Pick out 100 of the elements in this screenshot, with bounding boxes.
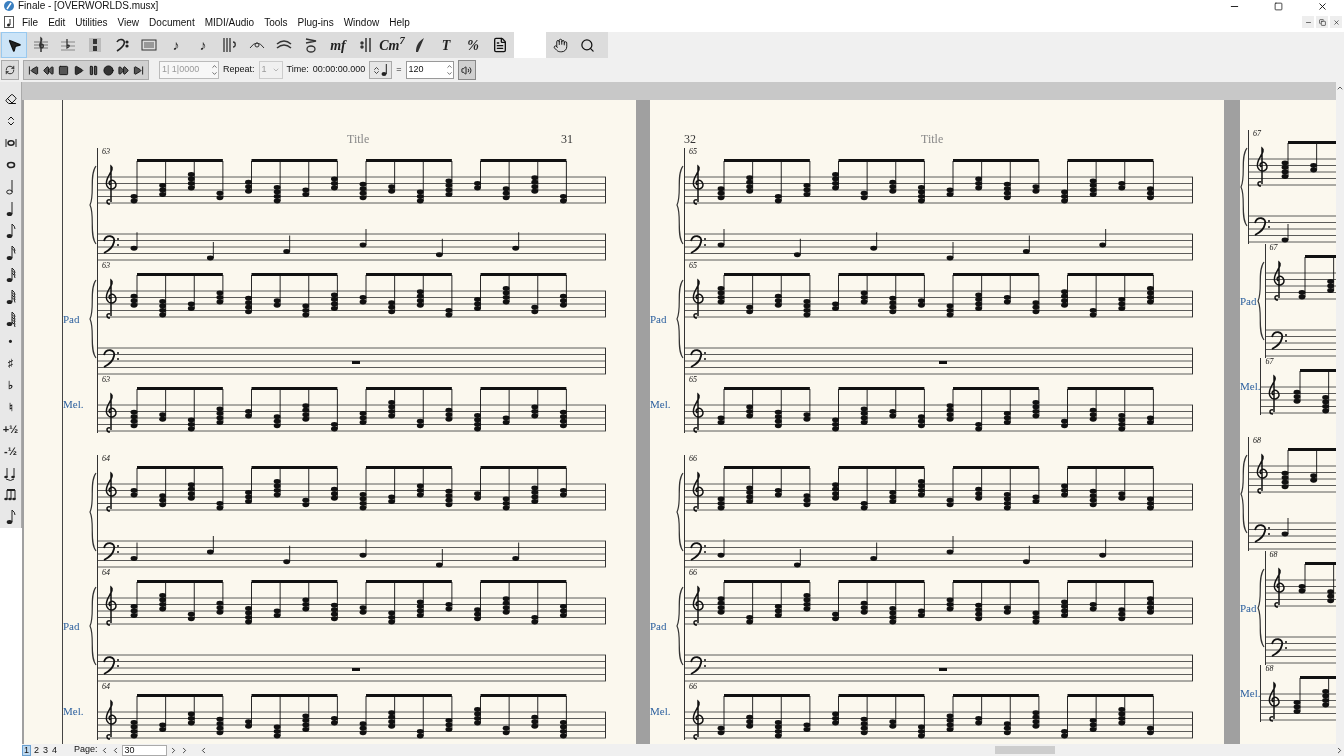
whole-note-button[interactable] [5, 161, 16, 169]
menu-item[interactable]: File [18, 14, 43, 30]
measure-number: 67 [1253, 129, 1261, 138]
layer-tab[interactable]: 1 [22, 744, 31, 756]
page-label: Page: [74, 743, 98, 756]
instrument-label: Mel. [1240, 379, 1261, 395]
caret-icon [271, 66, 280, 74]
document-close-button[interactable] [1330, 16, 1342, 28]
tool-button[interactable]: ♪ [163, 32, 189, 58]
time-label: Time: [286, 63, 309, 77]
tempo-field[interactable]: 120 [405, 61, 454, 79]
thirty-second-note-button[interactable] [5, 267, 16, 283]
beamed-notes-button[interactable] [2, 488, 19, 502]
instrument-label: Pad [650, 618, 667, 634]
grace-note-button[interactable] [5, 509, 16, 525]
loop-icon [5, 65, 15, 75]
play-button[interactable] [73, 64, 84, 76]
quarter-note-button[interactable] [5, 201, 16, 217]
loop-button[interactable] [1, 60, 19, 80]
menu-item[interactable]: View [113, 14, 144, 30]
skip-to-end-button[interactable] [133, 64, 144, 76]
sixty-fourth-note-button[interactable] [5, 289, 16, 305]
tool-button[interactable]: T [433, 32, 459, 58]
stop-button[interactable] [58, 64, 69, 76]
restore-icon [1318, 18, 1326, 26]
measure-number: 68 [1253, 436, 1261, 445]
page-number: 31 [561, 131, 573, 148]
palette-button[interactable]: -½ [0, 440, 21, 462]
menu-item[interactable]: Edit [44, 14, 70, 30]
layer-tab[interactable]: 3 [42, 745, 50, 755]
staff-icon [140, 36, 158, 54]
instrument-label: Mel. [650, 704, 671, 720]
equals-sign: = [396, 63, 402, 77]
eighth-note-button[interactable] [5, 223, 16, 239]
instrument-label: Pad [1240, 600, 1257, 616]
tool-button[interactable]: Cm$^{7}$ [379, 32, 405, 58]
measure-number: 63 [102, 261, 110, 270]
menu-item[interactable]: Plug-ins [293, 14, 338, 30]
menu-item[interactable]: MIDI/Audio [200, 14, 259, 30]
instrument-label: Pad [650, 311, 667, 327]
close-icon [1316, 0, 1328, 12]
palette-button[interactable]: ♮ [0, 396, 21, 418]
page-icon [492, 37, 508, 53]
measure-number: 68 [1269, 550, 1278, 559]
speaker-button[interactable] [457, 60, 476, 80]
repeat-label: Repeat: [223, 63, 255, 77]
short-note-button[interactable] [5, 311, 16, 327]
sixteenth-note-button[interactable] [5, 245, 16, 261]
half-note-button[interactable] [5, 179, 16, 195]
fast-forward-button[interactable] [118, 64, 129, 76]
page-number: 32 [684, 131, 696, 148]
menu-item[interactable]: Tools [260, 14, 292, 30]
window-title: Finale - [OVERWORLDS.musx] [18, 1, 159, 11]
measure-number: 66 [689, 454, 697, 463]
document-minimize-button[interactable] [1302, 16, 1314, 28]
measure-number: 64 [102, 568, 110, 577]
maximize-icon [1273, 1, 1283, 11]
rewind-button[interactable] [43, 64, 54, 76]
eraser-icon [4, 93, 17, 105]
menu-item[interactable]: Help [385, 14, 414, 30]
instrument-label: Mel. [63, 397, 84, 413]
record-button[interactable] [103, 64, 114, 76]
menu-item[interactable]: Window [339, 14, 384, 30]
layer-tab[interactable]: 4 [51, 745, 59, 755]
pointer-tool-button[interactable] [1, 32, 27, 58]
layer-tab[interactable]: 2 [33, 745, 41, 755]
tool-button[interactable]: ♪ [190, 32, 216, 58]
page-field[interactable]: 30 [121, 744, 167, 756]
measure-number: 65 [689, 147, 697, 156]
palette-button[interactable]: +½ [0, 418, 21, 440]
measure-number: 66 [689, 682, 697, 691]
palette-button[interactable]: ♭ [0, 374, 21, 396]
barline-icon [221, 36, 239, 54]
measure-number: 63 [102, 147, 110, 156]
hand-icon [552, 37, 568, 53]
time-display: 00:00:00.000 [312, 63, 366, 77]
tool-button[interactable]: mf [325, 32, 351, 58]
palette-button[interactable]: • [0, 330, 21, 352]
measure-number: 65 [689, 375, 697, 384]
flat-on-staff-icon [59, 36, 77, 54]
tool-button[interactable]: % [460, 32, 486, 58]
menu-item[interactable]: Utilities [71, 14, 112, 30]
breve-note-button[interactable] [4, 139, 17, 147]
document-restore-button[interactable] [1316, 16, 1328, 28]
palette-button[interactable]: ♯ [0, 352, 21, 374]
pause-button[interactable] [88, 64, 99, 76]
measure-number: 64 [102, 682, 110, 691]
tempo-unit-button[interactable] [369, 61, 393, 79]
speaker-icon [461, 64, 473, 76]
close-icon [1332, 18, 1340, 26]
measure-number: 66 [689, 568, 697, 577]
instrument-label: Pad [63, 618, 80, 634]
measure-number: 67 [1265, 357, 1274, 366]
bass-clef-icon [113, 36, 131, 54]
rewind-to-start-button[interactable] [28, 64, 39, 76]
instrument-label: Mel. [1240, 686, 1261, 702]
tied-notes-button[interactable] [3, 465, 18, 481]
menu-item[interactable]: Document [145, 14, 199, 30]
measure-number: 64 [102, 454, 110, 463]
instrument-label: Pad [63, 311, 80, 327]
